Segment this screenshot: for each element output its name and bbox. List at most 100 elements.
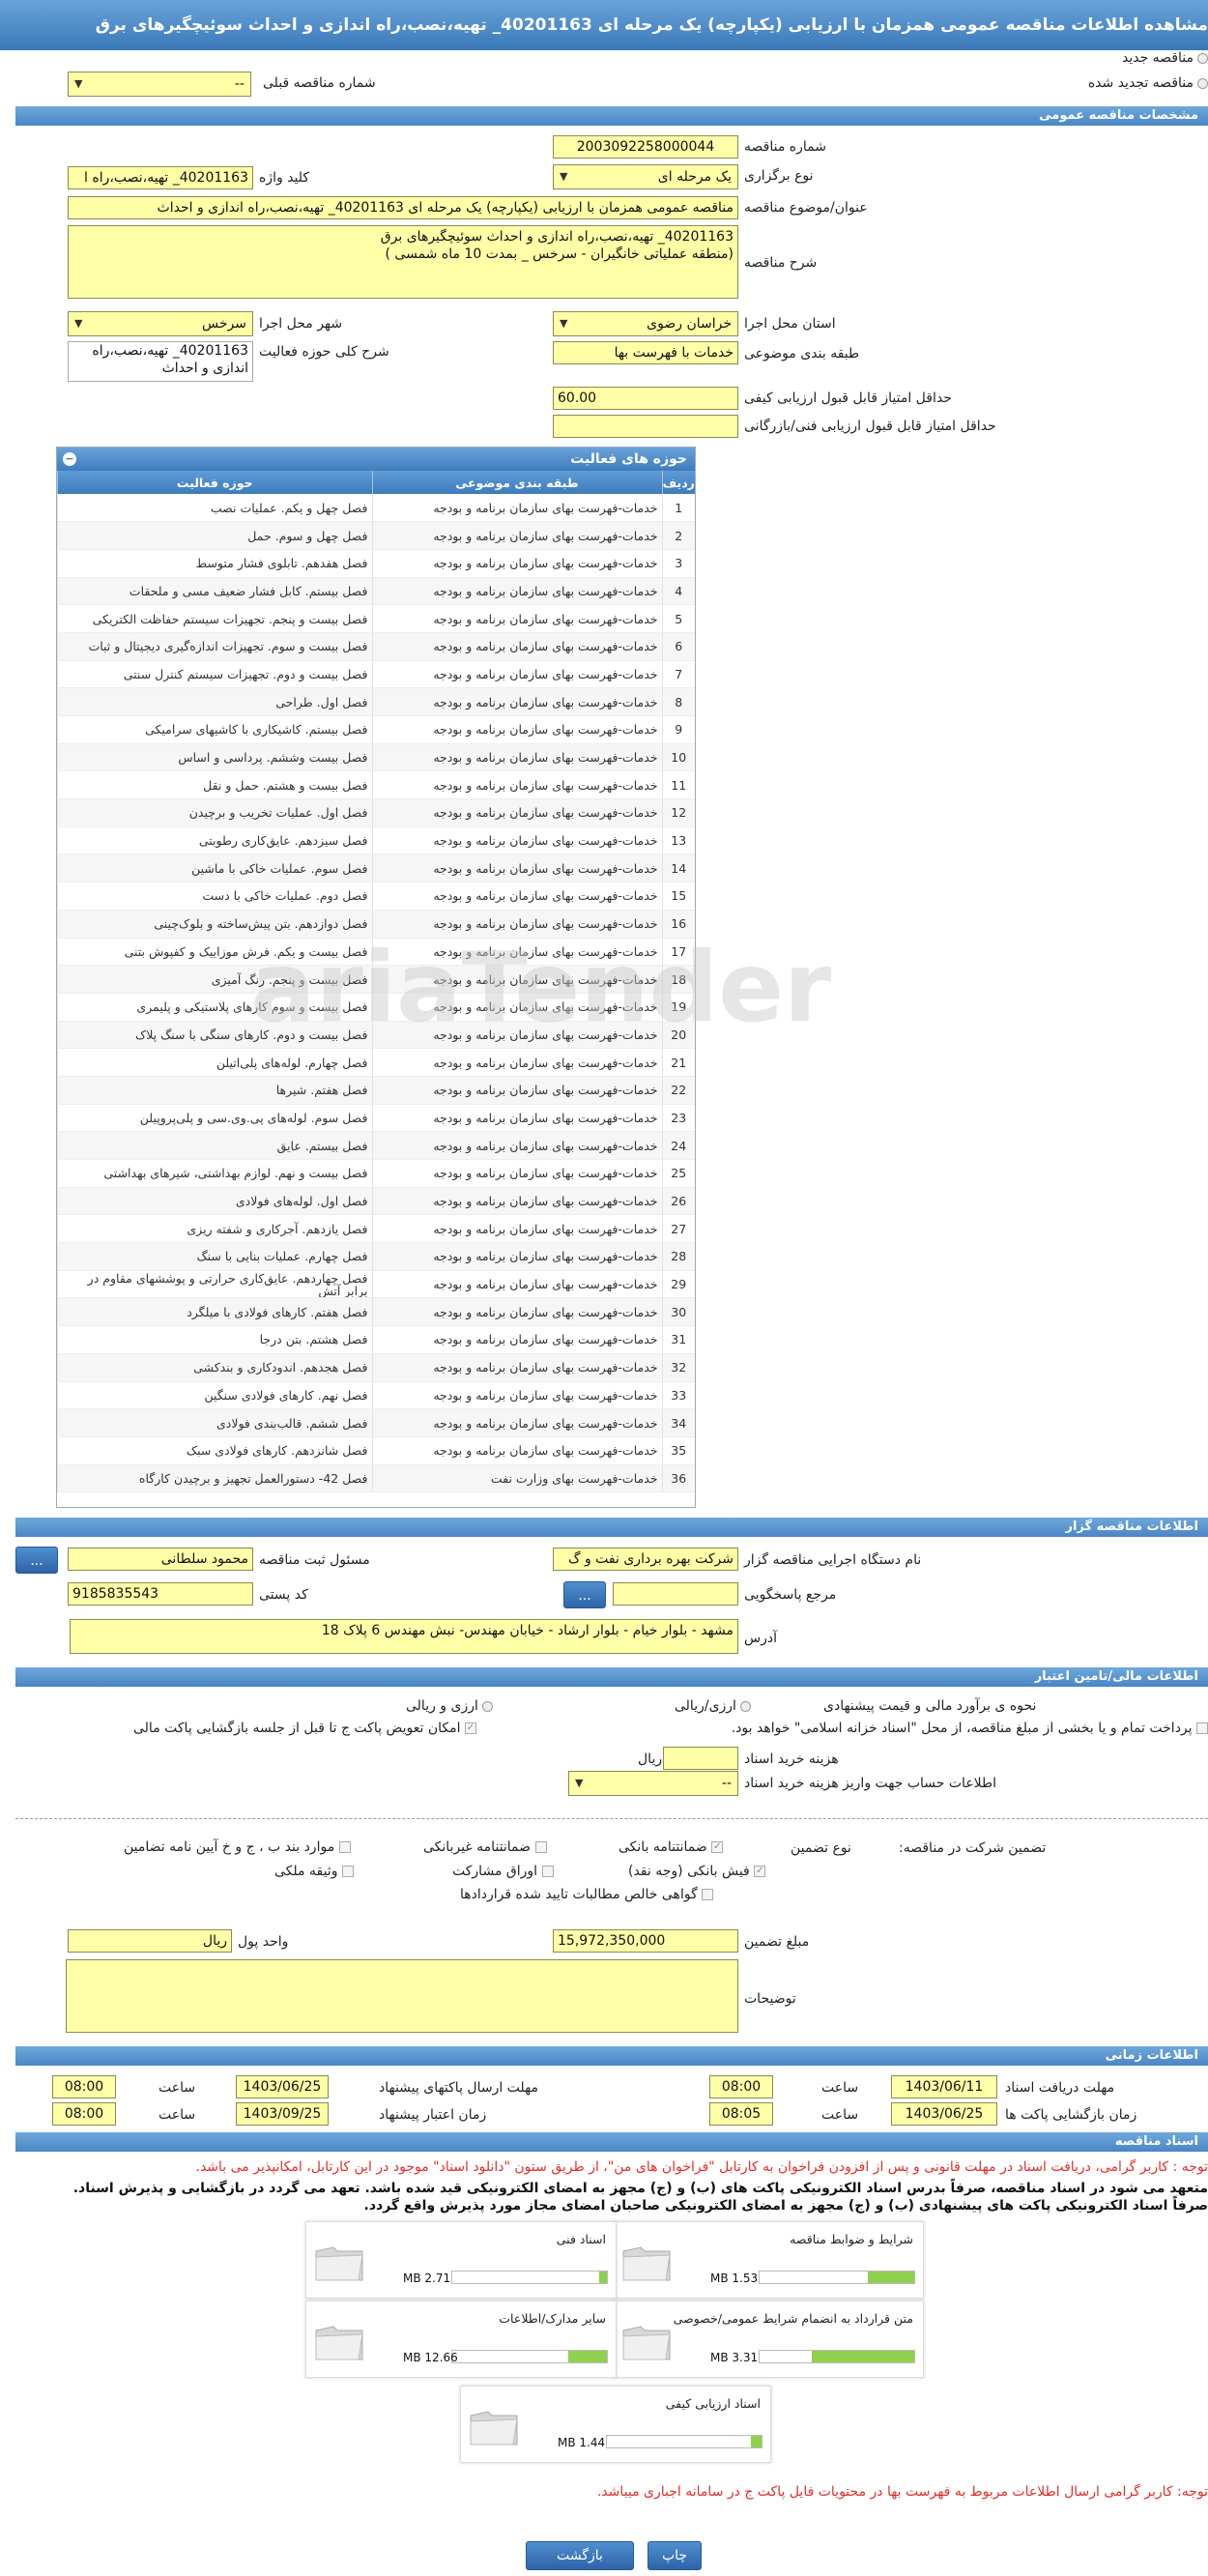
opt-fx-rial[interactable]: ارزی و ریالی bbox=[406, 1698, 493, 1714]
folder-icon[interactable] bbox=[312, 2238, 366, 2286]
method-select[interactable]: یک مرحله ای ▼ bbox=[553, 164, 738, 189]
swap-row: ✓ امکان تعویض پاکت ج تا قبل از جلسه بازگ… bbox=[133, 1721, 476, 1736]
min-tech-field[interactable] bbox=[553, 415, 738, 438]
back-button[interactable]: بازگشت bbox=[526, 2541, 634, 2570]
g-bank[interactable]: ✓ ضمانتنامه بانکی bbox=[618, 1839, 724, 1855]
registrar-field[interactable]: محمود سلطانی bbox=[68, 1548, 253, 1571]
subject-field[interactable]: مناقصه عمومی همزمان با ارزیابی (یکپارچه)… bbox=[68, 196, 738, 219]
open-time[interactable]: 08:05 bbox=[709, 2102, 773, 2126]
collapse-icon[interactable]: − bbox=[63, 452, 76, 466]
address-label: آدرس bbox=[744, 1631, 777, 1646]
radio-icon[interactable] bbox=[1197, 52, 1208, 64]
keyword-field[interactable]: 40201163_ تهیه،نصب،راه ا bbox=[68, 166, 253, 189]
document-file-card[interactable]: شرایط و ضوابط مناقصه5 MB1.53 MB bbox=[613, 2221, 924, 2299]
checkbox-icon[interactable]: ✓ bbox=[464, 1722, 476, 1734]
province-label: استان محل اجرا bbox=[744, 316, 836, 332]
table-cell: 31 bbox=[661, 1325, 695, 1354]
g-bonds[interactable]: اوراق مشارکت bbox=[452, 1864, 554, 1879]
currency-field[interactable]: ریال bbox=[68, 1929, 232, 1953]
table-cell: 1 bbox=[661, 494, 695, 523]
new-tender-label: مناقصه جدید bbox=[1121, 50, 1194, 66]
tender-number-field[interactable]: 2003092258000044 bbox=[553, 135, 738, 159]
table-cell: 26 bbox=[661, 1187, 695, 1216]
notes-field[interactable] bbox=[66, 1959, 738, 2033]
folder-icon[interactable] bbox=[467, 2402, 521, 2450]
document-file-card[interactable]: اسناد ارزیابی کیفی20 MB1.44 MB bbox=[460, 2386, 771, 2463]
print-button[interactable]: چاپ bbox=[647, 2541, 702, 2570]
g-cheque[interactable]: ✓ فیش بانکی (وجه نقد) bbox=[628, 1864, 766, 1879]
scope-line1: 40201163_ تهیه،نصب،راه bbox=[92, 343, 248, 359]
table-row: 5 خدمات-فهرست بهای سازمان برنامه و بودجه ف… bbox=[57, 604, 695, 633]
doc-receive-time[interactable]: 08:00 bbox=[709, 2075, 773, 2098]
document-size: 2.71 MB bbox=[403, 2272, 451, 2285]
open-label: زمان بازگشایی پاکت ها bbox=[1005, 2107, 1137, 2123]
desc-field[interactable]: 40201163_ تهیه،نصب،راه اندازی و احداث سو… bbox=[68, 225, 738, 299]
table-row: 13 خدمات-فهرست بهای سازمان برنامه و بودجه… bbox=[57, 826, 695, 855]
submit-date[interactable]: 1403/06/25 bbox=[236, 2075, 329, 2098]
g-clauses[interactable]: موارد بند ب ، ج و خ آیین نامه تضامین bbox=[124, 1839, 351, 1855]
table-cell: فصل چهل و یکم. عملیات نصب bbox=[57, 494, 372, 523]
table-cell: فصل چهارم. لوله‌های پلی‌اتیلن bbox=[57, 1048, 372, 1077]
activities-header: حوزه های فعالیت − bbox=[57, 448, 695, 471]
validity-time[interactable]: 08:00 bbox=[52, 2102, 116, 2126]
table-cell: 23 bbox=[661, 1104, 695, 1133]
radio-icon[interactable] bbox=[481, 1700, 493, 1712]
validity-date[interactable]: 1403/09/25 bbox=[236, 2102, 329, 2126]
document-file-card[interactable]: سایر مدارک/اطلاعات50 MB12.66 MB bbox=[305, 2301, 617, 2378]
checkbox-icon[interactable] bbox=[1196, 1722, 1208, 1734]
new-tender-radio[interactable]: مناقصه جدید bbox=[1092, 50, 1208, 66]
document-file-card[interactable]: اسناد فنی50 MB2.71 MB bbox=[305, 2221, 617, 2299]
category-field[interactable]: خدمات با فهرست بها bbox=[553, 341, 738, 364]
checkbox-icon[interactable] bbox=[534, 1841, 547, 1853]
g-claims-label: گواهی خالص مطالبات تایید شده قراردادها bbox=[460, 1887, 698, 1902]
upload-progress-bar bbox=[451, 2271, 608, 2284]
address-field[interactable]: مشهد - بلوار خیام - بلوار ارشاد - خیابان… bbox=[70, 1619, 738, 1654]
table-cell: فصل سوم. لوله‌های پی.وی.سی و پلی‌پروپیلن bbox=[57, 1104, 372, 1133]
ref-button[interactable]: ... bbox=[563, 1581, 606, 1608]
account-select[interactable]: -- ▼ bbox=[568, 1771, 738, 1796]
doc-fee-field[interactable] bbox=[663, 1747, 738, 1770]
open-date[interactable]: 1403/06/25 bbox=[891, 2102, 997, 2126]
province-select[interactable]: خراسان رضوی ▼ bbox=[553, 311, 738, 336]
opt-rial-fx[interactable]: ارزی/ریالی bbox=[675, 1698, 751, 1714]
registrar-button[interactable]: ... bbox=[15, 1547, 58, 1574]
checkbox-icon[interactable] bbox=[541, 1866, 554, 1877]
checkbox-icon[interactable] bbox=[338, 1841, 351, 1853]
amount-field[interactable]: 15,972,350,000 bbox=[553, 1929, 738, 1953]
doc-receive-date[interactable]: 1403/06/11 bbox=[891, 2075, 997, 2098]
table-cell: فصل دوم. عملیات خاکی با دست bbox=[57, 882, 372, 911]
postal-field[interactable]: 9185835543 bbox=[68, 1582, 253, 1606]
folder-icon[interactable] bbox=[619, 2317, 674, 2365]
table-row: 11 خدمات-فهرست بهای سازمان برنامه و بودجه… bbox=[57, 770, 695, 800]
document-file-card[interactable]: متن قرارداد به انضمام شرایط عمومی/خصوصی5… bbox=[613, 2301, 924, 2378]
g-property[interactable]: وثیقه ملکی bbox=[274, 1864, 354, 1879]
renewed-tender-radio[interactable]: مناقصه تجدید شده bbox=[1073, 75, 1208, 91]
g-nonbank[interactable]: ضمانتنامه غیربانکی bbox=[423, 1839, 547, 1855]
table-row: 14 خدمات-فهرست بهای سازمان برنامه و بودجه… bbox=[57, 854, 695, 883]
scope-list[interactable]: 40201163_ تهیه،نصب،راه اندازی و احداث bbox=[68, 341, 253, 382]
checkbox-icon[interactable]: ✓ bbox=[711, 1841, 724, 1853]
table-cell: خدمات-فهرست بهای سازمان برنامه و بودجه bbox=[371, 798, 662, 827]
folder-icon[interactable] bbox=[312, 2317, 366, 2365]
table-cell: خدمات-فهرست بهای سازمان برنامه و بودجه bbox=[371, 1381, 662, 1410]
checkbox-icon[interactable]: ✓ bbox=[754, 1866, 766, 1877]
folder-icon[interactable] bbox=[619, 2238, 674, 2286]
table-cell: فصل چهارم. عملیات بنایی با سنگ bbox=[57, 1242, 372, 1271]
g-claims[interactable]: گواهی خالص مطالبات تایید شده قراردادها bbox=[460, 1887, 714, 1902]
radio-icon[interactable] bbox=[739, 1700, 751, 1712]
chevron-down-icon: ▼ bbox=[560, 170, 568, 183]
document-title: شرایط و ضوابط مناقصه bbox=[790, 2232, 913, 2246]
min-quality-field[interactable]: 60.00 bbox=[553, 387, 738, 410]
device-field[interactable]: شرکت بهره برداری نفت و گ bbox=[553, 1548, 738, 1571]
table-cell: خدمات-فهرست بهای سازمان برنامه و بودجه bbox=[371, 1076, 662, 1105]
table-cell: 30 bbox=[661, 1297, 695, 1327]
ref-field[interactable] bbox=[613, 1582, 738, 1606]
table-cell: 12 bbox=[661, 798, 695, 827]
checkbox-icon[interactable] bbox=[702, 1889, 714, 1900]
submit-time[interactable]: 08:00 bbox=[52, 2075, 116, 2098]
radio-icon[interactable] bbox=[1197, 77, 1208, 89]
table-cell: 25 bbox=[661, 1159, 695, 1188]
city-select[interactable]: سرخس ▼ bbox=[68, 311, 253, 336]
prev-tender-select[interactable]: -- ▼ bbox=[68, 72, 251, 97]
checkbox-icon[interactable] bbox=[341, 1866, 354, 1877]
